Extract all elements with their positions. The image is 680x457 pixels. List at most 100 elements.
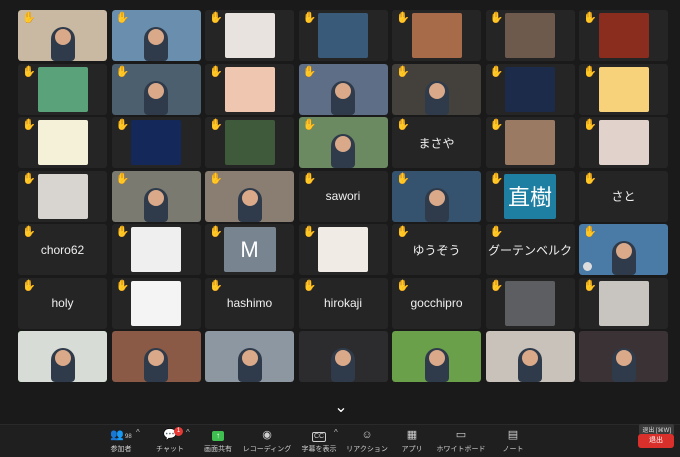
- raised-hand-icon: ✋: [489, 226, 504, 238]
- participant-tile[interactable]: ✋: [298, 10, 388, 61]
- participant-name: グーテンベルク: [487, 243, 572, 257]
- participant-tile[interactable]: ✋: [205, 117, 294, 168]
- profile-picture: [505, 280, 555, 326]
- audio-indicator-icon: [583, 262, 592, 271]
- participant-name: hashimo: [226, 296, 273, 310]
- whiteboard-button[interactable]: ▭ ホワイトボード: [434, 429, 488, 454]
- participant-tile[interactable]: ✋: [298, 63, 388, 115]
- participant-silhouette: [144, 27, 168, 61]
- apps-button[interactable]: ▦ アプリ: [385, 429, 439, 454]
- raised-hand-icon: ✋: [583, 65, 597, 78]
- raised-hand-icon: ✋: [583, 119, 597, 131]
- participant-tile[interactable]: 直樹 ✋: [485, 170, 575, 222]
- participant-tile[interactable]: ✋: [18, 117, 107, 168]
- participant-tile[interactable]: ✋: [485, 63, 575, 115]
- participant-tile[interactable]: さと ✋: [579, 170, 668, 222]
- participant-tile[interactable]: [18, 331, 107, 382]
- participant-tile[interactable]: hirokaji ✋: [298, 277, 388, 329]
- participant-tile[interactable]: ✋: [392, 63, 481, 115]
- participant-tile[interactable]: ✋: [298, 224, 388, 275]
- profile-picture: [131, 227, 181, 272]
- participant-tile[interactable]: ゆうぞう ✋: [392, 224, 481, 275]
- participant-silhouette: [331, 134, 355, 168]
- record-button[interactable]: ◉ レコーディング: [240, 429, 294, 454]
- raised-hand-icon: ✋: [489, 279, 504, 292]
- raised-hand-icon: ✋: [115, 172, 130, 185]
- participant-tile[interactable]: ✋: [18, 63, 107, 115]
- participant-tile[interactable]: ✋: [111, 117, 201, 168]
- participant-tile[interactable]: ✋: [485, 10, 575, 61]
- chevron-down-icon[interactable]: ⌄: [331, 400, 351, 416]
- raised-hand-icon: ✋: [209, 65, 223, 78]
- participant-tile[interactable]: [111, 331, 201, 382]
- raised-hand-icon: ✋: [583, 172, 597, 185]
- participant-tile[interactable]: gocchipro ✋: [392, 277, 481, 329]
- participant-tile[interactable]: hashimo ✋: [205, 277, 294, 329]
- notes-button[interactable]: ▤ ノート: [486, 429, 540, 454]
- participant-silhouette: [424, 348, 449, 382]
- participant-tile[interactable]: M ✋: [205, 224, 294, 275]
- profile-picture: [318, 227, 368, 272]
- raised-hand-icon: ✋: [115, 65, 130, 78]
- participant-tile[interactable]: ✋: [205, 10, 294, 61]
- chevron-up-icon[interactable]: ^: [136, 428, 140, 437]
- participant-tile[interactable]: ✋: [111, 10, 201, 61]
- raised-hand-icon: ✋: [302, 279, 317, 292]
- participant-tile[interactable]: choro62 ✋: [18, 224, 107, 275]
- participant-tile[interactable]: [298, 331, 388, 382]
- participant-tile[interactable]: ✋: [579, 277, 668, 329]
- participant-tile[interactable]: sawori ✋: [298, 170, 388, 222]
- participant-tile[interactable]: ✋: [205, 170, 294, 222]
- raised-hand-icon: ✋: [22, 279, 36, 292]
- participant-tile[interactable]: ✋: [298, 117, 388, 168]
- participant-tile[interactable]: ✋: [579, 63, 668, 115]
- chevron-up-icon[interactable]: ^: [186, 428, 190, 437]
- profile-picture: [598, 66, 649, 112]
- profile-picture: [505, 66, 555, 112]
- raised-hand-icon: ✋: [396, 226, 410, 238]
- participant-tile[interactable]: ✋: [579, 10, 668, 61]
- participant-tile[interactable]: ✋: [485, 117, 575, 168]
- raised-hand-icon: ✋: [583, 226, 597, 238]
- participant-tile[interactable]: ✋: [579, 224, 668, 275]
- participant-silhouette: [237, 348, 262, 382]
- participant-silhouette: [237, 187, 262, 222]
- notes-icon: ▤: [507, 429, 519, 441]
- participant-tile[interactable]: グーテンベルク ✋: [485, 224, 575, 275]
- raised-hand-icon: ✋: [22, 172, 36, 185]
- participant-tile[interactable]: ✋: [111, 224, 201, 275]
- participant-tile[interactable]: ✋: [111, 63, 201, 115]
- leave-meeting-button[interactable]: 退出: [638, 434, 674, 448]
- profile-picture: [598, 280, 649, 326]
- raised-hand-icon: ✋: [396, 12, 410, 24]
- participant-tile[interactable]: ✋: [485, 277, 575, 329]
- raised-hand-icon: ✋: [396, 119, 410, 131]
- raised-hand-icon: ✋: [302, 226, 317, 238]
- raised-hand-icon: ✋: [302, 119, 317, 131]
- participant-tile[interactable]: ✋: [579, 117, 668, 168]
- participant-tile[interactable]: ✋: [111, 170, 201, 222]
- share-screen-button[interactable]: ↑ 画面共有: [191, 429, 245, 454]
- participant-tile[interactable]: [392, 331, 481, 382]
- raised-hand-icon: ✋: [489, 172, 504, 185]
- profile-picture: [411, 13, 462, 58]
- participant-tile[interactable]: まさや ✋: [392, 117, 481, 168]
- participant-silhouette: [424, 80, 449, 115]
- participant-tile[interactable]: holy ✋: [18, 277, 107, 329]
- chat-unread-badge: 1: [174, 427, 183, 436]
- participant-tile[interactable]: ✋: [18, 10, 107, 61]
- participant-tile[interactable]: ✋: [205, 63, 294, 115]
- participant-tile[interactable]: [205, 331, 294, 382]
- participant-tile[interactable]: ✋: [392, 10, 481, 61]
- participant-tile[interactable]: ✋: [18, 170, 107, 222]
- record-icon: ◉: [262, 429, 272, 441]
- participant-silhouette: [50, 348, 75, 382]
- participant-tile[interactable]: ✋: [392, 170, 481, 222]
- participant-tile[interactable]: ✋: [111, 277, 201, 329]
- raised-hand-icon: ✋: [22, 65, 36, 78]
- participant-tile[interactable]: [485, 331, 575, 382]
- participant-tile[interactable]: [579, 331, 668, 382]
- participant-name: hirokaji: [323, 296, 362, 310]
- chevron-up-icon[interactable]: ^: [334, 428, 338, 437]
- raised-hand-icon: ✋: [209, 279, 223, 292]
